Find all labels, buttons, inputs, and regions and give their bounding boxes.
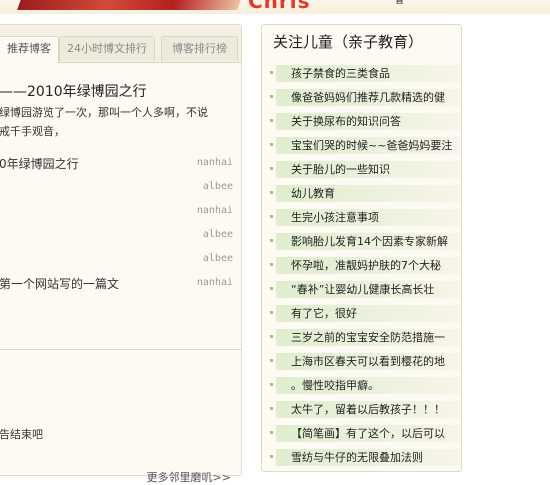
tab-24h-ranking[interactable]: 24小时博文排行 (59, 36, 155, 61)
feed-username[interactable]: nanhai (197, 157, 233, 168)
feed-post-link[interactable]: 第一个网站写的一篇文 (0, 275, 119, 292)
list-item-link[interactable]: 有了它，很好 (291, 306, 458, 322)
bullet-icon (270, 191, 273, 194)
list-item[interactable]: 影响胎儿发育14个因素专家新解 (262, 231, 461, 253)
list-item-link[interactable]: 三岁之前的宝宝安全防范措施一 (291, 330, 458, 346)
feed-row: albee (0, 227, 239, 247)
list-item[interactable]: 雪纺与牛仔的无限叠加法则 (262, 447, 461, 469)
bullet-icon (270, 359, 273, 362)
list-item-link[interactable]: 关于胎儿的一些知识 (291, 162, 458, 178)
list-item-link[interactable]: 孩子禁食的三类食品 (291, 66, 458, 82)
featured-article-title[interactable]: ——2010年绿博园之行 (0, 81, 147, 101)
banner-small-text: 音 (395, 0, 405, 6)
list-item-link[interactable]: 宝宝们哭的时候~~爸爸妈妈要注 (291, 138, 458, 154)
list-item-link[interactable]: 怀孕啦，准靓妈护肤的7个大秘 (291, 258, 458, 274)
list-item[interactable]: 生完小孩注意事项 (262, 207, 461, 229)
list-item[interactable]: 【简笔画】有了这个，以后可以 (262, 423, 461, 445)
feed-username[interactable]: albee (203, 253, 233, 264)
tab-bar: 推荐博客 24小时博文排行 博客排行榜 (0, 25, 241, 63)
list-item-link[interactable]: 雪纺与牛仔的无限叠加法则 (291, 450, 458, 466)
list-item[interactable]: 。慢性咬指甲癖。 (262, 375, 461, 397)
bullet-icon (270, 455, 273, 458)
bullet-icon (270, 263, 273, 266)
bullet-icon (270, 407, 273, 410)
list-item[interactable]: “春补”让婴幼儿健康长高长壮 (262, 279, 461, 301)
bullet-icon (270, 311, 273, 314)
bullet-icon (270, 383, 273, 386)
feed-username[interactable]: nanhai (197, 277, 233, 288)
list-item-link[interactable]: 关于换尿布的知识问答 (291, 114, 458, 130)
list-item-link[interactable]: “春补”让婴幼儿健康长高长壮 (291, 282, 458, 298)
list-item[interactable]: 有了它，很好 (262, 303, 461, 325)
list-item-link[interactable]: 上海市区春天可以看到樱花的地 (291, 354, 458, 370)
blog-recommend-panel: 推荐博客 24小时博文排行 博客排行榜 ——2010年绿博园之行 绿博园游览了一… (0, 24, 242, 484)
bullet-icon (270, 239, 273, 242)
tab-blog-ranking[interactable]: 博客排行榜 (161, 36, 238, 61)
list-item-link[interactable]: 太牛了，留着以后教孩子！！！ (291, 402, 458, 418)
bottom-post-link[interactable]: 告结束吧 (0, 426, 43, 442)
summary-line: 绿博园游览了一次，那叫一个人多啊，不说 (0, 106, 208, 119)
list-item-link[interactable]: 像爸爸妈妈们推荐几款精选的健 (291, 90, 458, 106)
bullet-icon (270, 119, 273, 122)
list-item[interactable]: 太牛了，留着以后教孩子！！！ (262, 399, 461, 421)
bullet-icon (270, 95, 273, 98)
feed-post-link[interactable]: 0年绿博园之行 (0, 155, 79, 172)
more-neighbors-link[interactable]: 更多邻里磨叽>> (147, 469, 231, 485)
bullet-icon (270, 335, 273, 338)
feed-username[interactable]: albee (203, 181, 233, 192)
list-item-link[interactable]: 幼儿教育 (291, 186, 458, 202)
feed-row: nanhai (0, 203, 239, 223)
feed-username[interactable]: nanhai (197, 205, 233, 216)
bullet-icon (270, 167, 273, 170)
tab-recommended-blogs[interactable]: 推荐博客 (0, 36, 59, 63)
banner-brand: Chris (248, 0, 311, 13)
list-item[interactable]: 三岁之前的宝宝安全防范措施一 (262, 327, 461, 349)
bullet-icon (270, 215, 273, 218)
top-banner: Chris 音 (0, 0, 550, 14)
bullet-icon (270, 71, 273, 74)
featured-article-summary: 绿博园游览了一次，那叫一个人多啊，不说 戒千手观音， (0, 103, 239, 141)
list-item-link[interactable]: 生完小孩注意事项 (291, 210, 458, 226)
banner-graphic (17, 0, 243, 10)
bullet-icon (270, 143, 273, 146)
list-item[interactable]: 怀孕啦，准靓妈护肤的7个大秘 (262, 255, 461, 277)
list-item[interactable]: 宝宝们哭的时候~~爸爸妈妈要注 (262, 135, 461, 157)
feed-row: albee (0, 179, 239, 199)
list-item[interactable]: 幼儿教育 (262, 183, 461, 205)
list-item-link[interactable]: 。慢性咬指甲癖。 (291, 378, 458, 394)
list-item[interactable]: 关于换尿布的知识问答 (262, 111, 461, 133)
bullet-icon (270, 431, 273, 434)
list-item[interactable]: 上海市区春天可以看到樱花的地 (262, 351, 461, 373)
list-item[interactable]: 像爸爸妈妈们推荐几款精选的健 (262, 87, 461, 109)
feed-username[interactable]: albee (203, 229, 233, 240)
feed-row: 第一个网站写的一篇文 nanhai (0, 275, 239, 295)
child-focus-panel: 关注儿童（亲子教育） 孩子禁食的三类食品 像爸爸妈妈们推荐几款精选的健 关于换尿… (261, 24, 462, 472)
list-item-link[interactable]: 【简笔画】有了这个，以后可以 (291, 426, 458, 442)
bullet-icon (270, 287, 273, 290)
list-item-link[interactable]: 影响胎儿发育14个因素专家新解 (291, 234, 458, 250)
feed-row: albee (0, 251, 239, 271)
feed-row: 0年绿博园之行 nanhai (0, 155, 239, 175)
panel-title: 关注儿童（亲子教育） (273, 33, 424, 51)
list-item[interactable]: 孩子禁食的三类食品 (262, 63, 461, 85)
list-item[interactable]: 关于胎儿的一些知识 (262, 159, 461, 181)
summary-line: 戒千手观音， (0, 125, 65, 138)
section-divider (0, 349, 241, 350)
